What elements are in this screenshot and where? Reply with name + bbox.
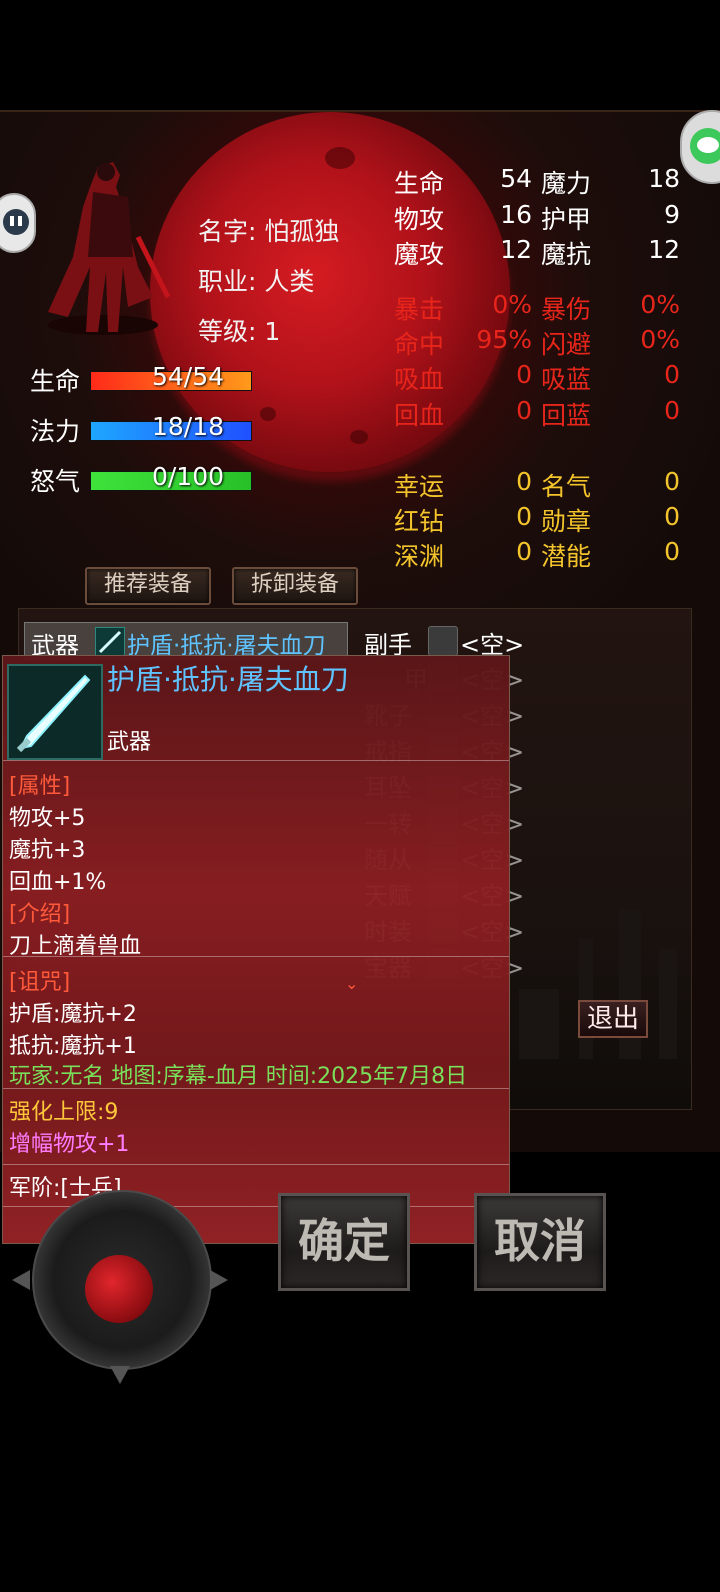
stat-value: 0: [664, 502, 680, 531]
chevron-down-icon: ⌄: [345, 974, 359, 993]
stat-bar-value: 54/54: [151, 362, 225, 391]
curse-line: 护盾:魔抗+2: [9, 1002, 137, 1027]
item-icon: [7, 664, 103, 760]
stat-value: 18: [648, 164, 680, 193]
item-detail-popup: 护盾·抵抗·屠夫血刀 武器 [属性] 物攻+5 魔抗+3 回血+1% [介绍] …: [2, 655, 510, 1244]
moon-crater: [325, 147, 355, 169]
enhance-limit: 强化上限:9: [9, 1100, 119, 1125]
stat-value: 95%: [476, 325, 532, 354]
stat-value: 0: [664, 537, 680, 566]
attr-line: 回血+1%: [9, 870, 107, 895]
stat-bar-value: 18/18: [151, 412, 225, 441]
stat-value: 12: [648, 235, 680, 264]
weapon-slot-icon: [95, 627, 125, 657]
divider: [3, 1164, 509, 1165]
stat-value: 0: [516, 537, 532, 566]
character-name: 名字: 怕孤独: [198, 217, 340, 246]
divider: [3, 760, 509, 761]
stat-value: 0%: [640, 325, 680, 354]
stat-value: 0: [516, 502, 532, 531]
divider: [3, 956, 509, 957]
joystick-knob[interactable]: [85, 1255, 153, 1323]
stat-value: 0: [664, 467, 680, 496]
attr-header: [属性]: [9, 774, 71, 799]
joystick-left-arrow-icon: [12, 1270, 30, 1290]
cancel-button[interactable]: 取消: [474, 1193, 606, 1291]
recommend-equipment-button[interactable]: 推荐装备: [85, 567, 211, 605]
moon-crater: [350, 430, 368, 444]
curse-header: [诅咒]: [9, 970, 71, 995]
stat-value: 54: [500, 164, 532, 193]
confirm-button[interactable]: 确定: [278, 1193, 410, 1291]
character-class: 职业: 人类: [198, 267, 315, 296]
character-level: 等级: 1: [198, 317, 281, 346]
stat-value: 0: [516, 360, 532, 389]
intro-header: [介绍]: [9, 902, 71, 927]
stat-value: 0%: [640, 290, 680, 319]
character-portrait: [48, 162, 171, 335]
stat-value: 0%: [492, 290, 532, 319]
joystick-down-arrow-icon: [110, 1366, 130, 1384]
stat-value: 16: [500, 200, 532, 229]
stat-value: 0: [664, 396, 680, 425]
divider: [3, 1088, 509, 1089]
amplify-stat: 增幅物攻+1: [9, 1132, 130, 1157]
exit-button[interactable]: 退出: [578, 1000, 648, 1038]
bar-label: 生命: [30, 367, 81, 396]
stat-value: 0: [664, 360, 680, 389]
stat-value: 12: [500, 235, 532, 264]
stat-bar-value: 0/100: [151, 462, 225, 491]
item-record: 玩家:无名 地图:序幕-血月 时间:2025年7月8日: [9, 1064, 468, 1089]
stat-value: 9: [664, 200, 680, 229]
assistant-icon: [3, 209, 29, 235]
curse-line: 抵抗:魔抗+1: [9, 1034, 137, 1059]
item-type: 武器: [107, 730, 152, 755]
item-title: 护盾·抵抗·屠夫血刀: [107, 663, 349, 696]
floating-menu-button[interactable]: [0, 193, 36, 253]
attr-line: 物攻+5: [9, 806, 86, 831]
unequip-button[interactable]: 拆卸装备: [232, 567, 358, 605]
joystick-right-arrow-icon: [210, 1270, 228, 1290]
sword-icon: [16, 674, 91, 753]
attr-line: 魔抗+3: [9, 838, 86, 863]
chat-icon: [690, 128, 720, 164]
bar-label: 法力: [30, 417, 81, 446]
offhand-slot-box[interactable]: [428, 626, 458, 656]
stat-value: 0: [516, 396, 532, 425]
stat-value: 0: [516, 467, 532, 496]
bar-label: 怒气: [30, 467, 81, 496]
